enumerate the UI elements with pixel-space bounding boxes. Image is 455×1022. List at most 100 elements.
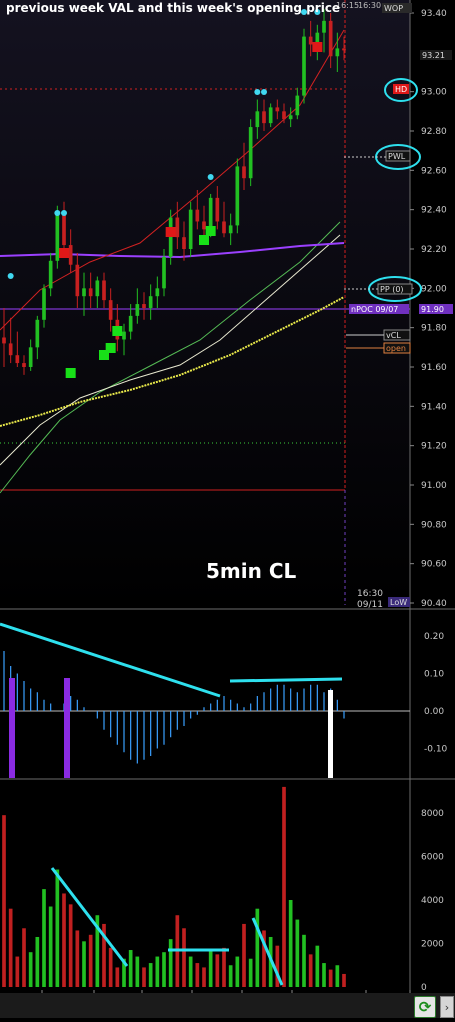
candle-body <box>295 95 300 116</box>
candle-body <box>8 343 13 356</box>
cyan-dot-marker <box>7 273 14 279</box>
volume-bar <box>315 945 320 987</box>
osc-tick-label: 0.00 <box>424 707 444 717</box>
pp-tag: PP (0) <box>380 285 404 294</box>
price-tick-label: 91.00 <box>421 481 447 491</box>
volume-bar <box>282 786 286 987</box>
osc-trendline-flat <box>229 677 343 683</box>
candle-body <box>55 213 60 261</box>
osc-divergence-bar <box>9 678 15 778</box>
price-panel-bg <box>0 0 410 608</box>
volume-bar <box>242 923 246 987</box>
volume-bar <box>162 952 166 987</box>
candle-body <box>62 213 66 246</box>
osc-tick-label: 0.20 <box>424 632 444 642</box>
price-tick-label: 91.40 <box>421 402 447 412</box>
candle-body <box>108 300 113 320</box>
candle-body <box>302 36 306 96</box>
volume-bar <box>142 967 146 987</box>
candle-body <box>228 225 233 234</box>
npoc-tag: nPOC 09/07 <box>351 305 398 314</box>
volume-bar <box>328 969 333 987</box>
wop-tag: WOP <box>384 4 403 13</box>
candle-body <box>102 280 106 301</box>
price-tick-label: 90.40 <box>421 599 447 609</box>
volume-bar <box>55 869 60 987</box>
candle-body <box>242 166 246 179</box>
last-price-tag: 93.21 <box>422 51 445 60</box>
volume-bar <box>108 947 113 987</box>
volume-bar <box>322 963 326 987</box>
price-tick-label: 91.20 <box>421 442 447 452</box>
vcl-tag: vCL <box>386 331 401 340</box>
candle-body <box>202 221 206 230</box>
volume-bar <box>182 928 186 987</box>
volume-tick-label: 6000 <box>421 853 444 863</box>
candle-body <box>28 347 33 367</box>
volume-bar <box>115 967 120 987</box>
cyan-dot-marker <box>61 210 67 216</box>
candle-body <box>135 304 140 316</box>
candle-body <box>2 337 6 344</box>
candle-body <box>168 217 173 257</box>
candle-body <box>248 127 253 179</box>
open-tag: open <box>386 344 406 353</box>
price-tick-label: 90.60 <box>421 560 447 570</box>
volume-bar <box>302 934 306 987</box>
candle-body <box>322 20 326 33</box>
price-tick-label: 92.60 <box>421 166 447 176</box>
candle-body <box>122 331 126 340</box>
volume-bar <box>195 963 200 987</box>
candle-body <box>82 288 86 297</box>
top-time-label: 16:30 <box>358 1 381 10</box>
price-tick-label: 91.80 <box>421 324 447 334</box>
cyan-dot-marker <box>254 89 261 95</box>
price-tick-label: 91.60 <box>421 363 447 373</box>
signal-marker <box>59 248 69 258</box>
scroll-right-button[interactable]: › <box>440 996 454 1018</box>
osc-divergence-bar <box>64 678 70 778</box>
volume-bar <box>48 906 53 987</box>
price-tick-label: 93.40 <box>421 9 447 19</box>
volume-bar <box>222 947 226 987</box>
candle-body <box>342 48 346 51</box>
osc-panel-bg <box>0 611 410 778</box>
volume-bar <box>188 956 193 987</box>
volume-bar <box>215 954 220 987</box>
volume-bar <box>8 908 13 987</box>
osc-tick-label: -0.10 <box>424 745 448 755</box>
watermark-label: 5min CL <box>206 559 296 583</box>
low-tag: LoW <box>390 598 407 607</box>
candle-body <box>335 48 340 57</box>
cyan-dot-marker <box>261 89 267 95</box>
volume-tick-label: 4000 <box>421 896 444 906</box>
refresh-button[interactable]: ⟳ <box>414 996 436 1018</box>
signal-marker <box>205 226 216 236</box>
candle-body <box>148 296 153 308</box>
volume-tick-label: 2000 <box>421 940 444 950</box>
volume-bar <box>15 956 20 987</box>
volume-bar <box>135 956 140 987</box>
volume-bar <box>208 950 213 987</box>
volume-bar <box>168 939 173 987</box>
volume-bar <box>75 930 80 987</box>
candle-body <box>222 221 226 234</box>
candlestick-chart: 93.40 93.00 92.80 92.60 92.40 92.20 92.00 91.80… <box>0 0 455 1018</box>
volume-bar <box>42 889 46 987</box>
price-tick-label: 92.00 <box>421 284 447 294</box>
candle-body <box>35 319 40 348</box>
volume-bar <box>202 967 206 987</box>
volume-bar <box>255 908 260 987</box>
axis-bg <box>410 0 455 993</box>
candle-body <box>188 209 193 249</box>
volume-bar <box>28 952 33 987</box>
cyan-dot-marker <box>54 210 61 216</box>
candle-body <box>48 260 53 289</box>
candle-body <box>275 107 280 112</box>
time-end-label: 16:30 <box>357 589 383 599</box>
volume-bar <box>68 904 73 987</box>
candle-body <box>255 111 260 128</box>
volume-bar <box>82 941 86 987</box>
candle-body <box>42 288 46 320</box>
volume-bar <box>88 934 93 987</box>
